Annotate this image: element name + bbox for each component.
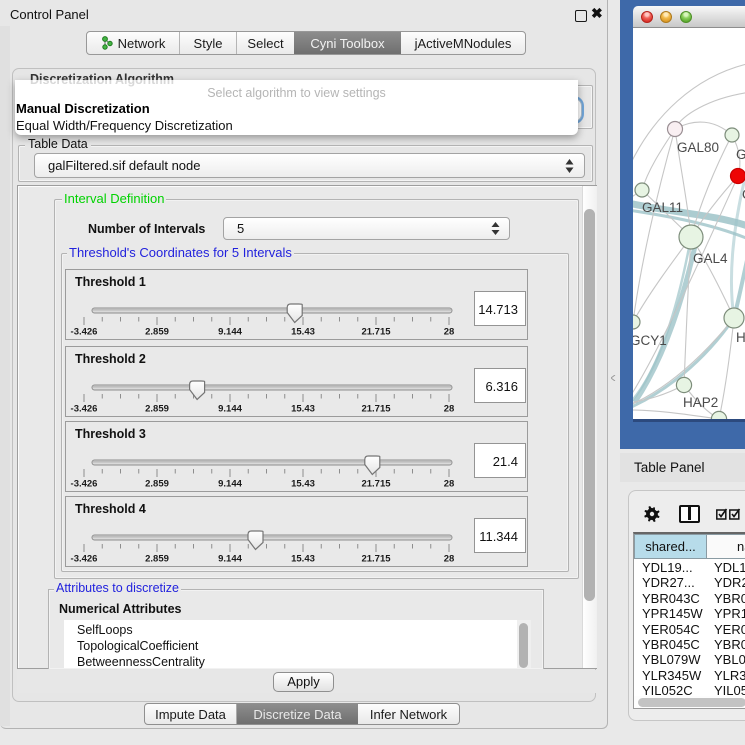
- svg-text:2.859: 2.859: [145, 404, 169, 415]
- svg-text:GA: GA: [736, 147, 745, 162]
- svg-text:28: 28: [444, 554, 455, 565]
- svg-text:15.43: 15.43: [291, 404, 315, 415]
- svg-text:21.715: 21.715: [361, 327, 391, 338]
- svg-text:9.144: 9.144: [218, 479, 242, 490]
- svg-text:9.144: 9.144: [218, 327, 242, 338]
- svg-text:21.715: 21.715: [361, 404, 391, 415]
- svg-text:28: 28: [444, 404, 455, 415]
- svg-text:-3.426: -3.426: [71, 404, 98, 415]
- svg-text:-3.426: -3.426: [71, 554, 98, 565]
- svg-text:15.43: 15.43: [291, 327, 315, 338]
- svg-text:-3.426: -3.426: [71, 327, 98, 338]
- svg-text:2.859: 2.859: [145, 479, 169, 490]
- svg-text:21.715: 21.715: [361, 554, 391, 565]
- svg-text:28: 28: [444, 327, 455, 338]
- svg-text:2.859: 2.859: [145, 554, 169, 565]
- svg-text:15.43: 15.43: [291, 479, 315, 490]
- svg-text:15.43: 15.43: [291, 554, 315, 565]
- svg-text:21.715: 21.715: [361, 479, 391, 490]
- svg-text:GAL80: GAL80: [677, 140, 719, 155]
- svg-text:9.144: 9.144: [218, 404, 242, 415]
- svg-text:HA: HA: [736, 330, 745, 345]
- svg-text:GAL4: GAL4: [693, 251, 728, 266]
- svg-text:GAL11: GAL11: [642, 200, 683, 215]
- svg-text:2.859: 2.859: [145, 327, 169, 338]
- svg-text:-3.426: -3.426: [71, 479, 98, 490]
- svg-text:HAP2: HAP2: [683, 395, 718, 410]
- svg-text:GCY1: GCY1: [633, 333, 667, 348]
- svg-text:9.144: 9.144: [218, 554, 242, 565]
- svg-text:28: 28: [444, 479, 455, 490]
